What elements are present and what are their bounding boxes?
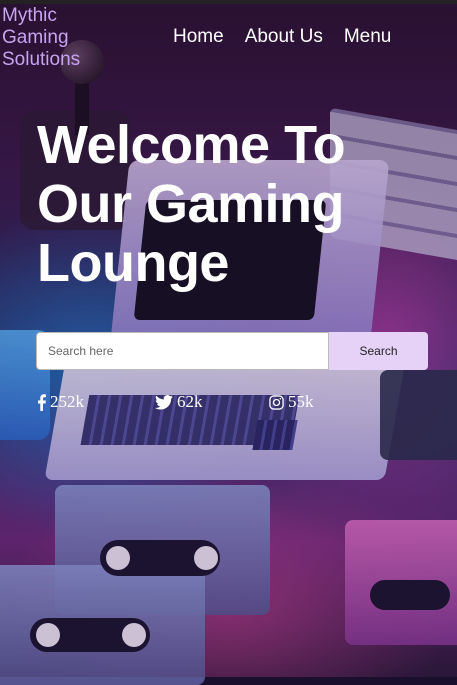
- top-border: [0, 0, 457, 4]
- hero-title: Welcome To Our Gaming Lounge: [37, 115, 346, 293]
- instagram-icon: [269, 394, 284, 410]
- main-nav: Home About Us Menu: [173, 26, 391, 48]
- search-button[interactable]: Search: [329, 332, 428, 370]
- facebook-icon: [37, 393, 46, 411]
- social-stats: 252k 62k 55k: [37, 392, 337, 414]
- social-facebook[interactable]: 252k: [37, 392, 84, 412]
- social-twitter[interactable]: 62k: [155, 392, 203, 412]
- brand-logo-text[interactable]: Mythic Gaming Solutions: [2, 5, 80, 71]
- nav-item-menu[interactable]: Menu: [344, 26, 392, 48]
- nav-item-home[interactable]: Home: [173, 26, 224, 48]
- nav-item-about-us[interactable]: About Us: [245, 26, 323, 48]
- instagram-count: 55k: [288, 392, 314, 411]
- social-instagram[interactable]: 55k: [269, 392, 314, 412]
- search-input[interactable]: [36, 332, 329, 370]
- facebook-count: 252k: [50, 392, 84, 411]
- search-bar: Search: [36, 332, 428, 370]
- twitter-icon: [155, 394, 173, 410]
- twitter-count: 62k: [177, 392, 203, 411]
